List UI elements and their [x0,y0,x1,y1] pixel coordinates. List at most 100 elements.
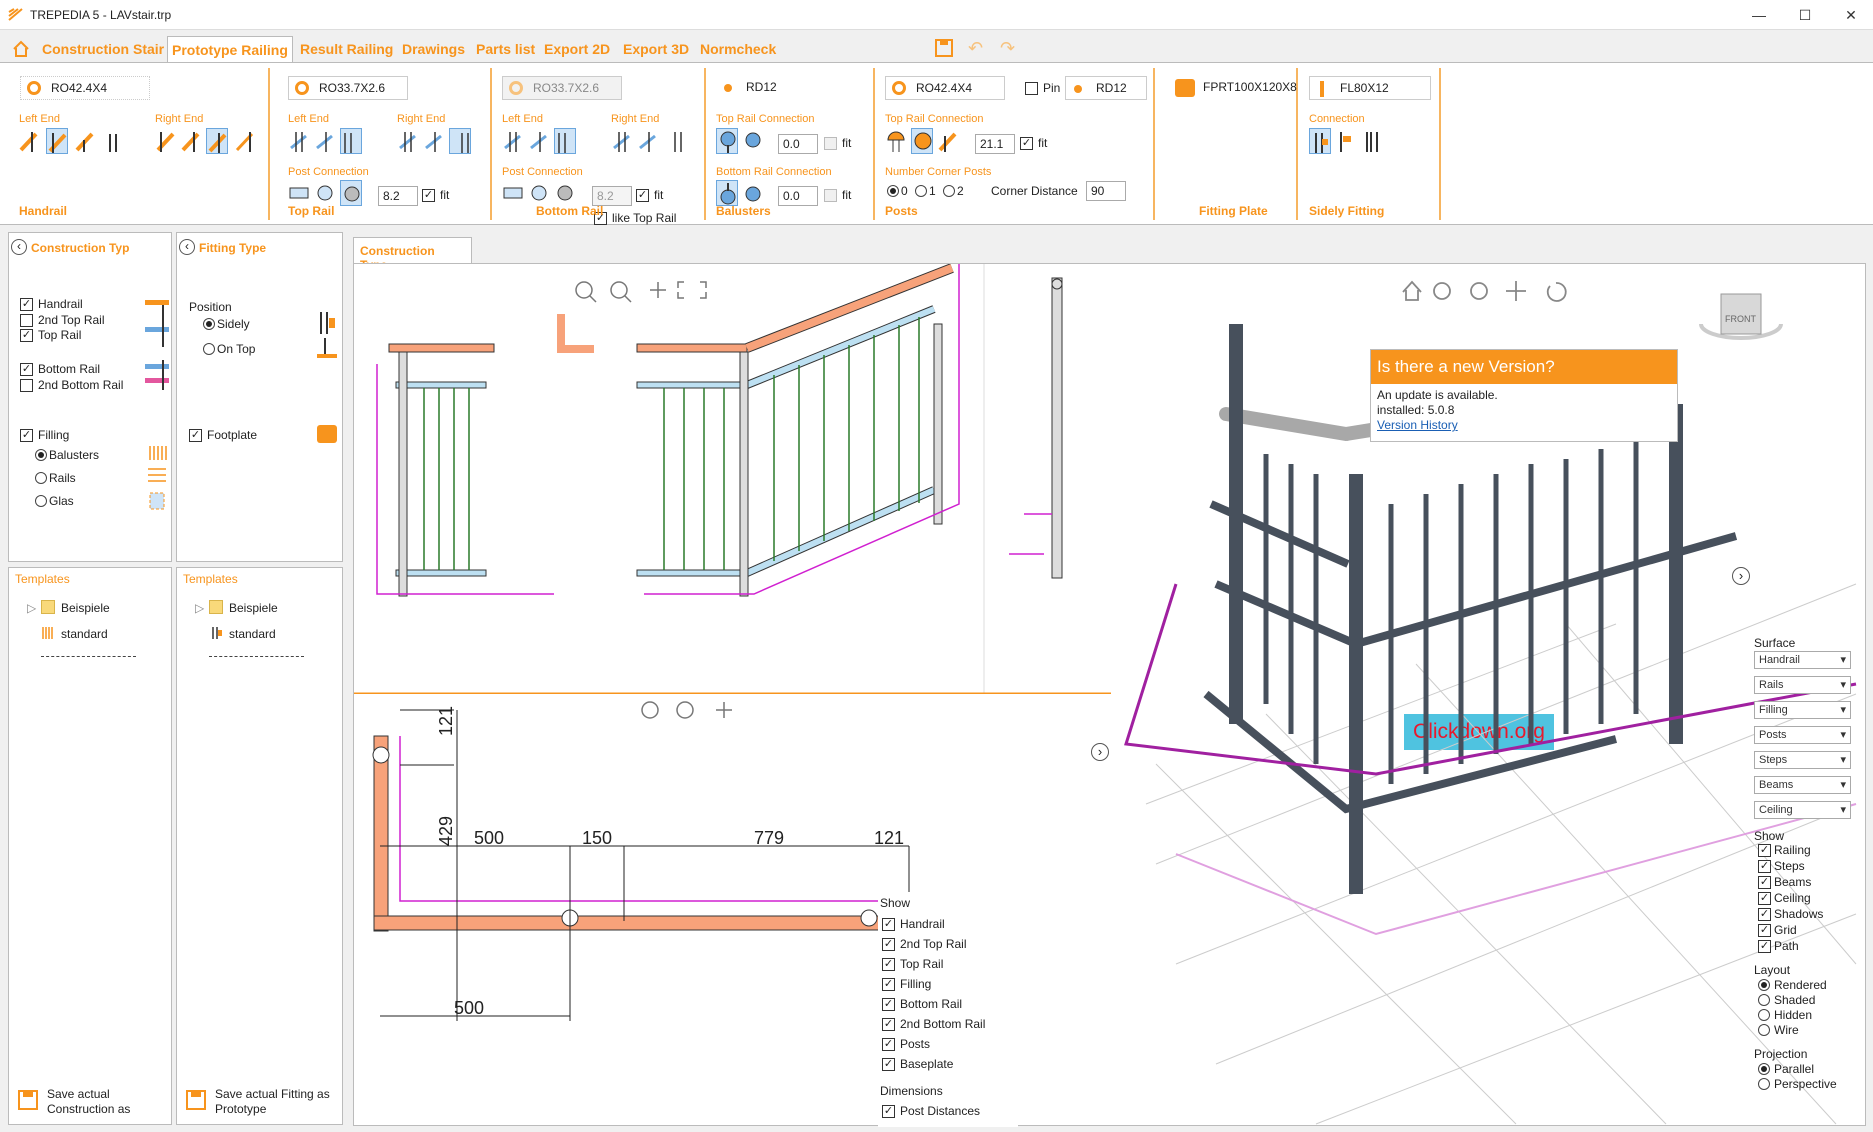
expand-show-icon[interactable]: › [1091,743,1109,761]
right-end-4-icon[interactable] [234,128,256,154]
tab-normcheck[interactable]: Normcheck [698,36,778,62]
version-history-link[interactable]: Version History [1377,418,1671,433]
corner-distance-input[interactable]: 90 [1086,181,1126,201]
surface-posts-select[interactable]: Posts [1754,726,1851,744]
projection-parallel-radio[interactable] [1758,1063,1770,1075]
post-distances-checkbox[interactable]: ✓ [882,1105,895,1118]
save-fitting-label[interactable]: Save actual Fitting as Prototype [215,1087,343,1117]
tab-construction-stair[interactable]: Construction Stair [40,36,166,62]
top-rail-post-value[interactable]: 8.2 [378,186,418,206]
rail-end-2-icon[interactable] [314,128,336,154]
balusters-bottom-value[interactable]: 0.0 [778,186,818,206]
end-style-4-icon[interactable] [102,128,124,154]
tab-parts-list[interactable]: Parts list [474,36,537,62]
bottom-rail-fit-checkbox[interactable]: ✓ [636,189,649,202]
posts-fit-checkbox[interactable]: ✓ [1020,137,1033,150]
rails-radio[interactable] [35,472,47,484]
tree-expand-icon[interactable]: ▷ [27,601,36,615]
home-icon[interactable] [12,40,30,58]
tree-item-beispiele[interactable]: Beispiele [61,601,110,615]
bottom-rail-profile-field[interactable]: RO33.7X2.6 [502,76,622,100]
tree-item-standard[interactable]: standard [61,627,108,641]
footplate-checkbox[interactable]: ✓ [189,429,202,442]
corner-posts-1-radio[interactable] [915,185,927,197]
handrail-profile-field[interactable]: RO42.4X4 [20,76,150,100]
2nd-top-rail-checkbox[interactable] [20,314,33,327]
brail-right-end-3-icon[interactable] [663,128,685,154]
2nd-bottom-rail-checkbox[interactable] [20,379,33,392]
surface-ceiling-select[interactable]: Ceiling [1754,801,1851,819]
show-beams-checkbox[interactable]: ✓ [1758,876,1771,889]
surface-rails-select[interactable]: Rails [1754,676,1851,694]
show-railing-checkbox[interactable]: ✓ [1758,844,1771,857]
undo-icon[interactable]: ↶ [968,38,983,59]
show-shadows-checkbox[interactable]: ✓ [1758,908,1771,921]
filling-checkbox[interactable]: ✓ [20,429,33,442]
sidely-fitting-profile-field[interactable]: FL80X12 [1309,76,1431,100]
tree-item-beispiele[interactable]: Beispiele [229,601,278,615]
tab-export-3d[interactable]: Export 3D [621,36,691,62]
rail-end-3-icon[interactable] [340,128,362,154]
corner-posts-2-radio[interactable] [943,185,955,197]
show-posts-checkbox[interactable]: ✓ [882,1038,895,1051]
post-conn-2-icon[interactable] [314,180,336,206]
surface-steps-select[interactable]: Steps [1754,751,1851,769]
right-end-3-icon[interactable] [206,128,228,154]
balusters-bottom-fit-checkbox[interactable] [824,189,837,202]
rail-end-1-icon[interactable] [288,128,310,154]
sidely-radio[interactable] [203,318,215,330]
post-top-2-icon[interactable] [911,128,933,154]
end-style-3-icon[interactable] [74,128,96,154]
tab-construction-type[interactable]: Construction Type [353,237,472,272]
expand-right-icon[interactable]: › [1732,567,1750,585]
right-end-1-icon[interactable] [155,128,177,154]
balusters-top-value[interactable]: 0.0 [778,134,818,154]
top-rail-checkbox[interactable]: ✓ [20,329,33,342]
balusters-radio[interactable] [35,449,47,461]
show-grid-checkbox[interactable]: ✓ [1758,924,1771,937]
surface-handrail-select[interactable]: Handrail [1754,651,1851,669]
bal-bottom-conn-2-icon[interactable] [742,180,764,206]
balusters-top-fit-checkbox[interactable] [824,137,837,150]
glas-radio[interactable] [35,495,47,507]
pin-profile-field[interactable]: RD12 [1065,76,1147,100]
posts-profile-field[interactable]: RO42.4X4 [885,76,1005,100]
brail-right-end-1-icon[interactable] [611,128,633,154]
save-icon[interactable] [934,38,954,58]
top-rail-profile-field[interactable]: RO33.7X2.6 [288,76,408,100]
minimize-button[interactable]: — [1736,0,1782,30]
top-rail-fit-checkbox[interactable]: ✓ [422,189,435,202]
pin-checkbox[interactable] [1025,82,1038,95]
maximize-button[interactable]: ☐ [1782,0,1828,30]
save-template-icon[interactable] [17,1089,39,1111]
bpost-conn-3-icon[interactable] [554,180,576,206]
posts-top-value[interactable]: 21.1 [975,134,1015,154]
post-conn-1-icon[interactable] [288,180,310,206]
side-conn-2-icon[interactable] [1335,128,1357,154]
post-top-1-icon[interactable] [885,128,907,154]
balusters-profile-field[interactable]: RD12 [716,76,836,100]
bottom-rail-post-value[interactable]: 8.2 [592,186,632,206]
bpost-conn-1-icon[interactable] [502,180,524,206]
layout-wire-radio[interactable] [1758,1024,1770,1036]
on-top-radio[interactable] [203,343,215,355]
show-top-rail-checkbox[interactable]: ✓ [882,958,895,971]
tab-result-railing[interactable]: Result Railing [298,36,395,62]
side-conn-3-icon[interactable] [1361,128,1383,154]
post-top-3-icon[interactable] [937,128,959,154]
show-bottom-rail-checkbox[interactable]: ✓ [882,998,895,1011]
brail-right-end-2-icon[interactable] [637,128,659,154]
rail-right-end-1-icon[interactable] [397,128,419,154]
rail-right-end-2-icon[interactable] [423,128,445,154]
bal-top-conn-1-icon[interactable] [716,128,738,154]
right-end-2-icon[interactable] [180,128,202,154]
show-baseplate-checkbox[interactable]: ✓ [882,1058,895,1071]
surface-filling-select[interactable]: Filling [1754,701,1851,719]
show-filling-checkbox[interactable]: ✓ [882,978,895,991]
show-handrail-checkbox[interactable]: ✓ [882,918,895,931]
layout-rendered-radio[interactable] [1758,979,1770,991]
end-style-2-icon[interactable] [46,128,68,154]
fitting-plate-profile-field[interactable]: FPRT100X120X8 [1169,76,1297,100]
show-steps-checkbox[interactable]: ✓ [1758,860,1771,873]
handrail-checkbox[interactable]: ✓ [20,298,33,311]
